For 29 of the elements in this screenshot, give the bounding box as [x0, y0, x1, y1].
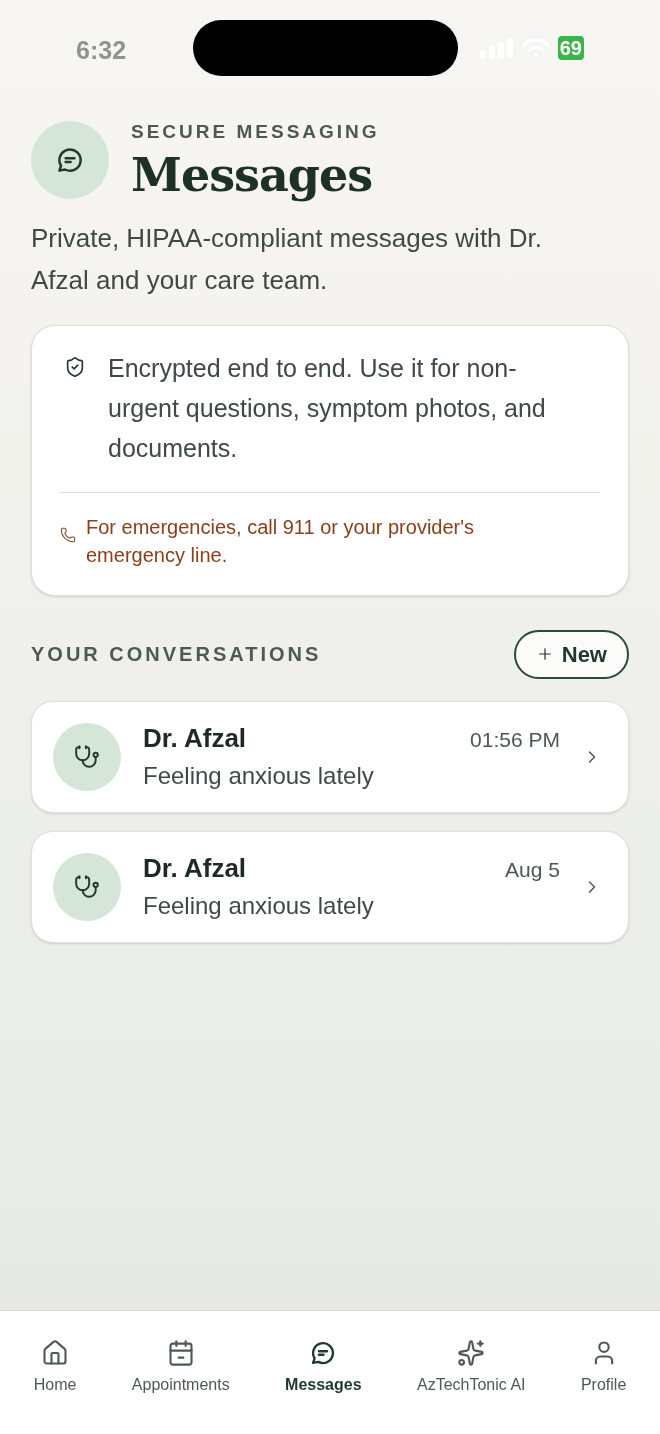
home-icon	[41, 1339, 70, 1367]
tab-item[interactable]: Profile	[580, 1339, 627, 1401]
stethoscope-icon	[74, 743, 100, 770]
contact-name: Dr. Afzal	[143, 722, 247, 755]
emergency-note: For emergencies, call 911 or your provider's emergency line.	[86, 514, 476, 568]
status-time: 6:32	[76, 35, 127, 66]
tab-item[interactable]: AzTechTonic AI	[417, 1339, 526, 1401]
phone-icon	[60, 526, 76, 543]
message-preview: Feeling anxious lately	[143, 891, 375, 921]
sparkle-icon	[457, 1339, 486, 1367]
section-heading: YOUR CONVERSATIONS	[31, 642, 322, 667]
conversation-item[interactable]: Dr. Afzal Aug 5 Feeling anxious lately	[31, 830, 629, 943]
new-button[interactable]: New	[513, 629, 629, 679]
encryption-note: Encrypted end to end. Use it for non-urgent questions, symptom photos, and documents.	[108, 352, 547, 464]
tab-item[interactable]: Messages	[285, 1339, 362, 1401]
conversation-item[interactable]: Dr. Afzal 01:56 PM Feeling anxious lately	[31, 700, 629, 813]
stethoscope-icon	[74, 873, 100, 900]
page-title: Messages	[131, 146, 374, 203]
tab-item[interactable]: Appointments	[131, 1339, 230, 1401]
calendar-icon	[166, 1339, 195, 1367]
battery-indicator: 69	[557, 36, 584, 60]
message-time: Aug 5	[505, 857, 560, 883]
eyebrow-label: SECURE MESSAGING	[131, 120, 380, 144]
contact-name: Dr. Afzal	[143, 852, 247, 885]
page-subtitle: Private, HIPAA-compliant messages with Dr. Afzal and your care team.	[31, 221, 544, 297]
tab-item[interactable]: Home	[33, 1339, 77, 1401]
message-time: 01:56 PM	[470, 727, 560, 753]
shield-check-icon	[64, 355, 86, 378]
message-preview: Feeling anxious lately	[143, 761, 375, 791]
